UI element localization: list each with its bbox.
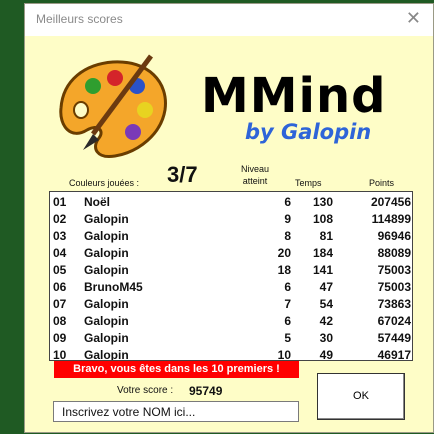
level-cell: 8 (284, 229, 291, 243)
paint-palette-icon (59, 54, 167, 158)
table-row: 04 Galopin 20 184 88089 (50, 245, 412, 262)
table-row: 07 Galopin 7 54 73863 (50, 296, 412, 313)
rank-cell: 04 (53, 246, 67, 260)
points-cell: 75003 (377, 280, 411, 294)
level-header: Niveau atteint (237, 164, 273, 186)
player-name-cell: Galopin (84, 348, 129, 361)
rank-cell: 01 (53, 195, 67, 209)
level-cell: 18 (277, 263, 291, 277)
player-name-cell: Galopin (84, 246, 129, 260)
player-name-cell: Galopin (84, 263, 129, 277)
rank-cell: 03 (53, 229, 67, 243)
table-row: 01 Noël 6 130 207456 (50, 194, 412, 211)
level-cell: 7 (284, 297, 291, 311)
points-cell: 67024 (377, 314, 411, 328)
time-cell: 141 (312, 263, 333, 277)
your-score-value: 95749 (189, 384, 223, 398)
table-row: 03 Galopin 8 81 96946 (50, 228, 412, 245)
rank-cell: 07 (53, 297, 67, 311)
rank-cell: 02 (53, 212, 67, 226)
level-cell: 10 (277, 348, 291, 361)
rank-cell: 09 (53, 331, 67, 345)
time-cell: 81 (319, 229, 333, 243)
player-name-cell: Galopin (84, 331, 129, 345)
points-cell: 73863 (377, 297, 411, 311)
time-cell: 108 (312, 212, 333, 226)
level-cell: 6 (284, 280, 291, 294)
points-cell: 88089 (377, 246, 411, 260)
points-cell: 207456 (370, 195, 411, 209)
table-row: 09 Galopin 5 30 57449 (50, 330, 412, 347)
table-row: 06 BrunoM45 6 47 75003 (50, 279, 412, 296)
top-ten-banner: Bravo, vous êtes dans les 10 premiers ! (54, 361, 299, 378)
colors-played-label: Couleurs jouées : (69, 178, 140, 188)
time-cell: 184 (312, 246, 333, 260)
player-name-cell: Galopin (84, 314, 129, 328)
player-name-cell: Galopin (84, 212, 129, 226)
level-header-line2: atteint (242, 176, 268, 186)
points-cell: 57449 (377, 331, 411, 345)
close-icon[interactable]: ✕ (406, 8, 421, 29)
level-cell: 6 (284, 195, 291, 209)
time-header: Temps (295, 178, 322, 188)
table-row: 08 Galopin 6 42 67024 (50, 313, 412, 330)
app-logo-text: MMind (201, 68, 387, 124)
rank-cell: 06 (53, 280, 67, 294)
time-cell: 54 (319, 297, 333, 311)
time-cell: 47 (319, 280, 333, 294)
high-scores-dialog: Meilleurs scores ✕ MMind by Galopin Coul… (24, 3, 434, 433)
time-cell: 49 (319, 348, 333, 361)
time-cell: 30 (319, 331, 333, 345)
time-cell: 130 (312, 195, 333, 209)
level-cell: 20 (277, 246, 291, 260)
time-cell: 42 (319, 314, 333, 328)
ok-button[interactable]: OK (317, 373, 405, 420)
colors-played-value: 3/7 (167, 162, 198, 187)
points-cell: 75003 (377, 263, 411, 277)
window-title: Meilleurs scores (36, 12, 123, 26)
points-cell: 96946 (377, 229, 411, 243)
table-row: 02 Galopin 9 108 114899 (50, 211, 412, 228)
level-cell: 9 (284, 212, 291, 226)
scores-table: 01 Noël 6 130 207456 02 Galopin 9 108 114899 03 G… (49, 191, 413, 361)
player-name-cell: Galopin (84, 297, 129, 311)
rank-cell: 05 (53, 263, 67, 277)
points-cell: 46917 (377, 348, 411, 361)
points-cell: 114899 (371, 212, 411, 226)
your-score-label: Votre score : (117, 385, 174, 396)
points-header: Points (369, 178, 395, 188)
title-bar: Meilleurs scores ✕ (25, 4, 433, 36)
table-row: 05 Galopin 18 141 75003 (50, 262, 412, 279)
player-name-cell: BrunoM45 (84, 280, 143, 294)
player-name-cell: Galopin (84, 229, 129, 243)
table-row: 10 Galopin 10 49 46917 (50, 347, 412, 361)
app-byline: by Galopin (245, 120, 372, 144)
player-name-input[interactable] (53, 401, 299, 422)
level-cell: 5 (284, 331, 291, 345)
rank-cell: 08 (53, 314, 67, 328)
level-header-line1: Niveau (240, 164, 269, 174)
player-name-cell: Noël (84, 195, 111, 209)
rank-cell: 10 (53, 348, 67, 361)
level-cell: 6 (284, 314, 291, 328)
